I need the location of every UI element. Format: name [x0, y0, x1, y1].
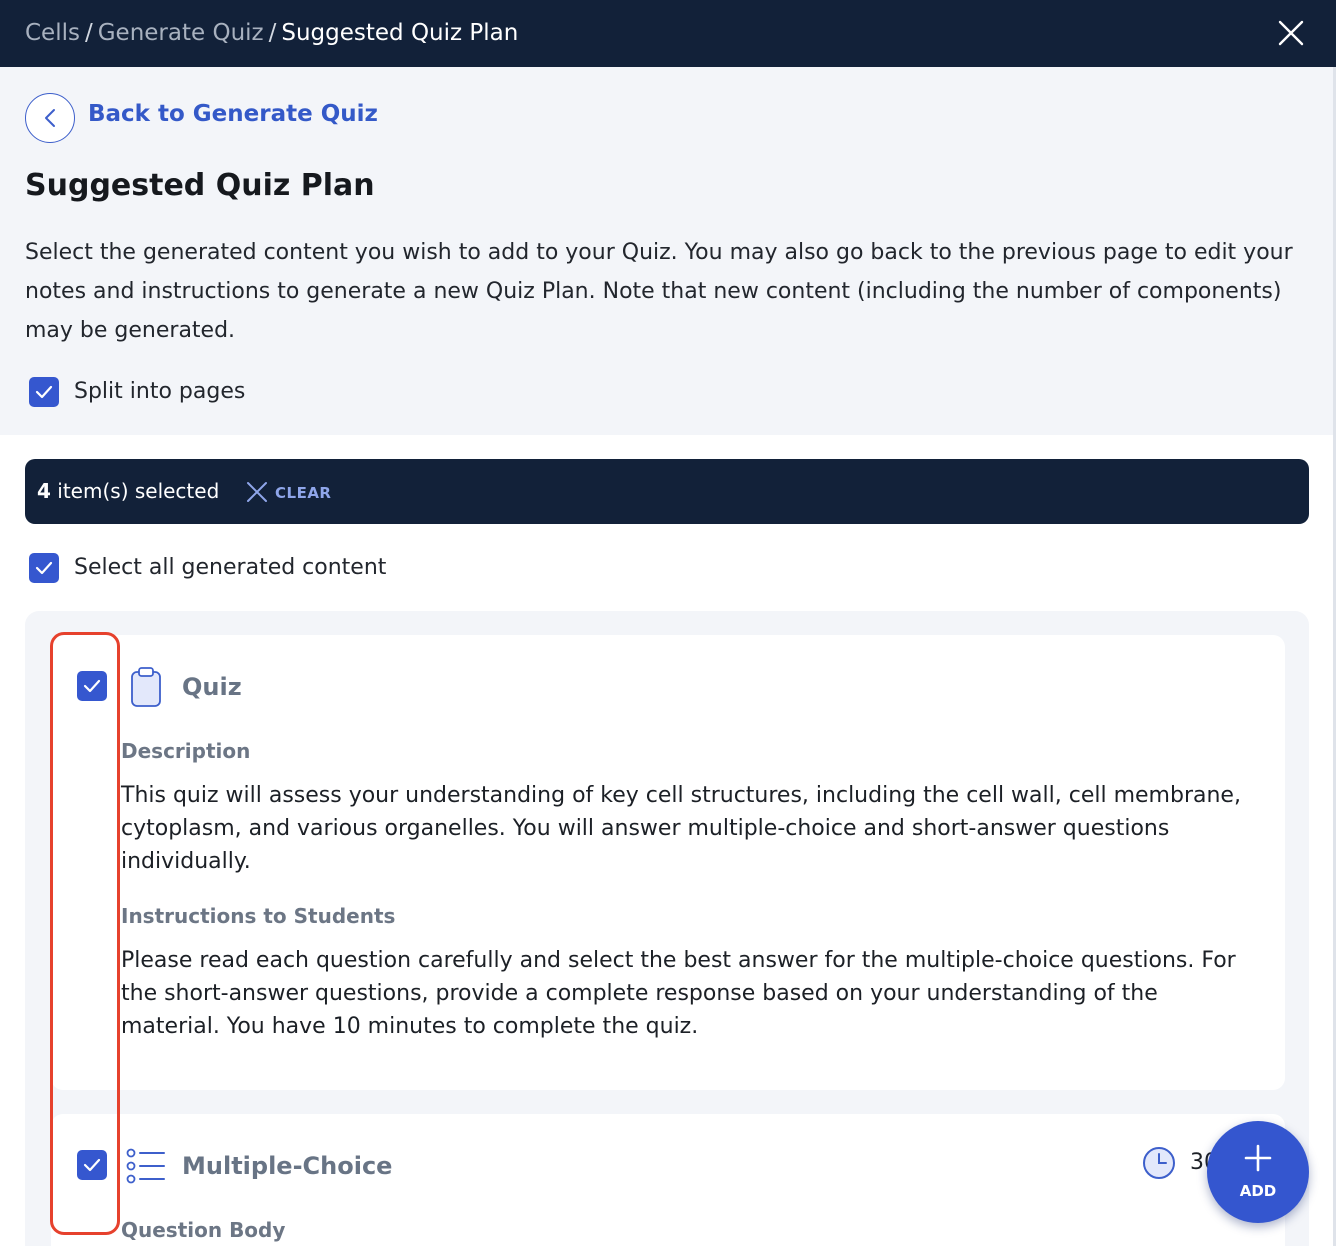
- page-intro-text: Select the generated content you wish to…: [25, 240, 1293, 343]
- split-into-pages-checkbox[interactable]: [29, 377, 59, 407]
- split-into-pages-label: Split into pages: [74, 379, 246, 404]
- selected-count-number: 4: [37, 479, 51, 503]
- close-icon: [247, 482, 267, 502]
- add-button-label: ADD: [1239, 1182, 1277, 1200]
- breadcrumb-separator: /: [268, 20, 277, 46]
- multiple-choice-card-title: Multiple-Choice: [182, 1152, 393, 1180]
- clipboard-icon: [131, 667, 161, 707]
- selection-bar: 4 item(s) selected CLEAR: [25, 459, 1309, 524]
- select-all-label: Select all generated content: [74, 555, 387, 580]
- breadcrumb-separator: /: [84, 20, 93, 46]
- checkmark-icon: [35, 385, 53, 399]
- add-button[interactable]: ADD: [1207, 1121, 1309, 1223]
- plus-icon: [1244, 1144, 1272, 1172]
- breadcrumb-item-cells[interactable]: Cells: [25, 20, 80, 46]
- checkmark-icon: [83, 679, 101, 693]
- back-button[interactable]: [25, 93, 75, 143]
- clock-icon: [1143, 1147, 1175, 1179]
- quiz-card-title: Quiz: [182, 673, 242, 701]
- breadcrumb: Cells / Generate Quiz / Suggested Quiz Plan: [25, 17, 518, 49]
- list-icon: [126, 1148, 165, 1184]
- multiple-choice-card-checkbox[interactable]: [77, 1150, 107, 1180]
- selected-count-suffix: item(s) selected: [50, 479, 220, 503]
- close-button[interactable]: [1274, 16, 1308, 50]
- checkmark-icon: [35, 561, 53, 575]
- breadcrumb-item-generate-quiz[interactable]: Generate Quiz: [98, 20, 264, 46]
- chevron-left-icon: [45, 109, 55, 127]
- quiz-card-checkbox[interactable]: [77, 671, 107, 701]
- top-bar: Cells / Generate Quiz / Suggested Quiz Plan: [0, 0, 1336, 67]
- select-all-checkbox[interactable]: [29, 553, 59, 583]
- close-icon: [1278, 20, 1304, 46]
- page-title: Suggested Quiz Plan: [25, 168, 375, 203]
- instructions-text: Please read each question carefully and …: [121, 948, 1236, 1039]
- checkmark-icon: [83, 1158, 101, 1172]
- breadcrumb-item-current: Suggested Quiz Plan: [281, 20, 519, 46]
- clear-label: CLEAR: [275, 484, 332, 502]
- question-body-label: Question Body: [121, 1218, 286, 1242]
- selected-count: 4 item(s) selected: [37, 479, 219, 503]
- description-text: This quiz will assess your understanding…: [121, 783, 1241, 874]
- description-label: Description: [121, 739, 251, 763]
- back-to-generate-quiz-link[interactable]: Back to Generate Quiz: [88, 101, 378, 127]
- instructions-label: Instructions to Students: [121, 904, 396, 928]
